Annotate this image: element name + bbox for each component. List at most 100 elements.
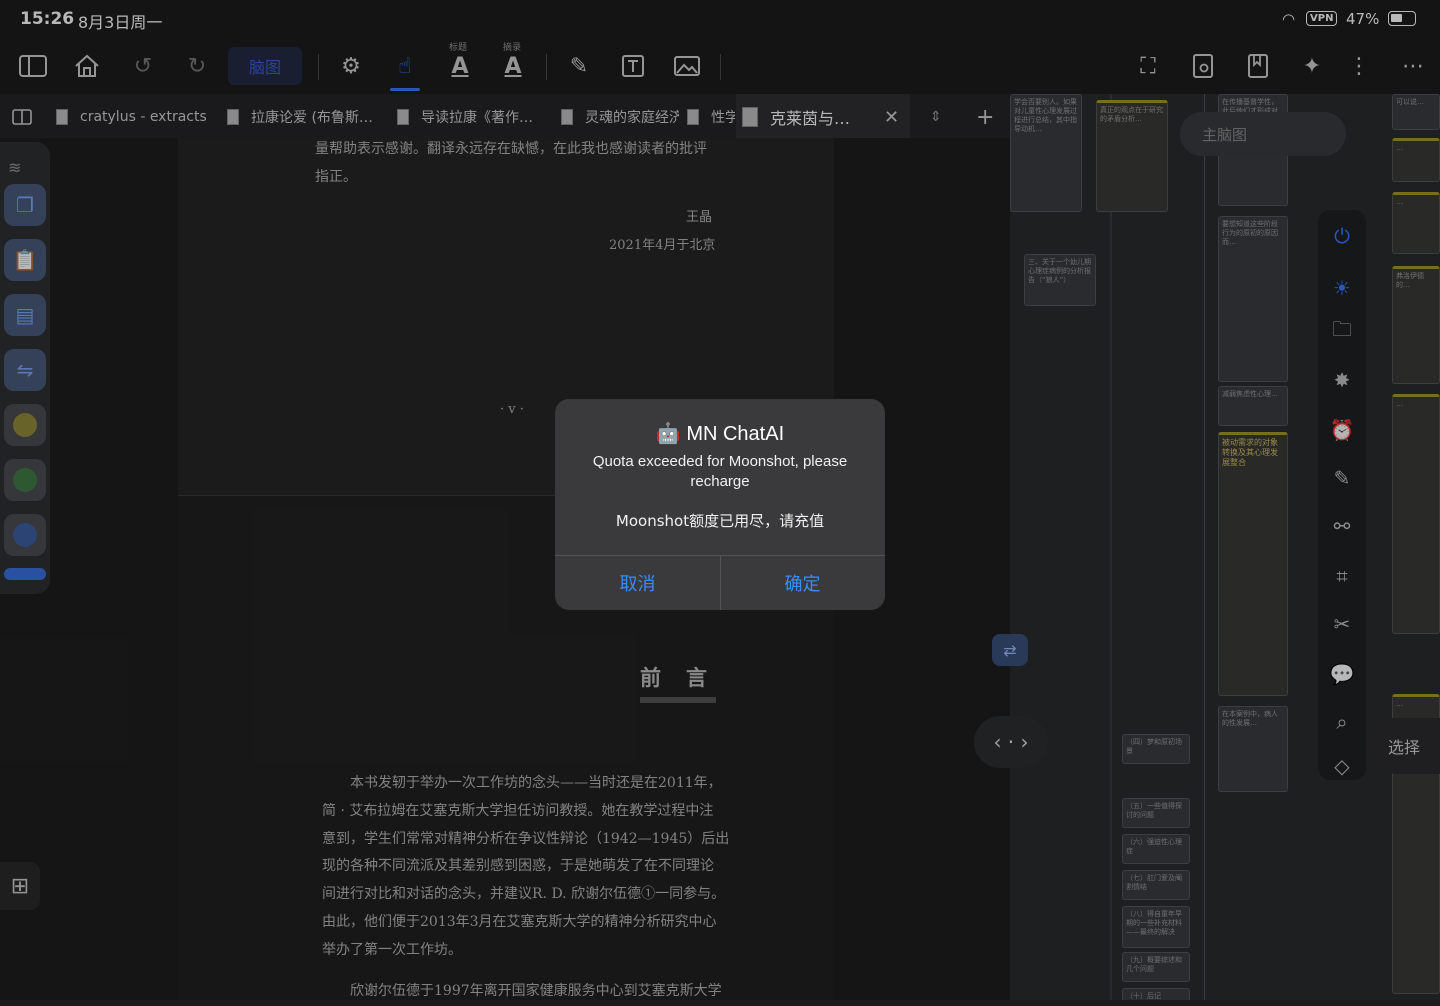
tab-lacan-guide[interactable]: 导读拉康《著作… bbox=[397, 104, 542, 130]
gear-eye-icon[interactable]: ⚙ bbox=[333, 48, 369, 84]
chat-bubble-icon[interactable]: 💬 bbox=[1326, 658, 1358, 690]
paragraph-line: 本书发轫于举办一次工作坊的念头——当时还是在2011年， bbox=[350, 775, 722, 791]
tab-klein[interactable]: 克莱茵与… bbox=[742, 104, 862, 130]
mindmap-node[interactable]: … bbox=[1392, 394, 1440, 634]
undo-icon[interactable]: ↺ bbox=[125, 48, 161, 84]
brain-map-button[interactable]: 脑图 bbox=[228, 47, 302, 85]
mindmap-node[interactable]: （六）强迫性心理症 bbox=[1122, 834, 1190, 864]
doc-search-icon[interactable] bbox=[1185, 48, 1221, 84]
home-icon[interactable] bbox=[69, 48, 105, 84]
reorder-icon[interactable]: ⇕ bbox=[930, 104, 942, 130]
mindmap-node[interactable]: 减弱焦虑性心理… bbox=[1218, 386, 1288, 426]
power-icon[interactable]: ⏻ bbox=[1326, 220, 1358, 252]
copy-icon[interactable]: ❐ bbox=[4, 184, 46, 226]
vpn-badge: VPN bbox=[1306, 11, 1338, 26]
search-icon[interactable]: ⌕ bbox=[1326, 706, 1358, 738]
cancel-button[interactable]: 取消 bbox=[555, 556, 720, 610]
sidebar-toggle-icon[interactable] bbox=[15, 48, 51, 84]
star-burst-icon[interactable]: ✸ bbox=[1326, 364, 1358, 396]
tab-cratylus[interactable]: cratylus - extracts bbox=[56, 104, 216, 130]
main-map-label[interactable]: 主脑图 bbox=[1180, 112, 1346, 156]
diamond-icon[interactable]: ◇ bbox=[1326, 750, 1358, 782]
paragraph-line: 由此，他们便于2013年3月在艾塞克斯大学的精神分析研究中心 bbox=[322, 914, 717, 930]
mindmap-node[interactable]: （七）肛门爱及阉割情结 bbox=[1122, 870, 1190, 900]
document-icon bbox=[397, 109, 409, 125]
dialog-title: 🤖 MN ChatAI bbox=[555, 421, 885, 446]
title-highlight-icon[interactable]: A bbox=[442, 48, 478, 84]
chapter-heading: 前 言 bbox=[640, 665, 709, 690]
grid-icon[interactable]: ⊞ bbox=[0, 862, 40, 910]
mindmap-panel[interactable]: 学会否要别人。如果对儿童性心理发展过程进行总结，其中指导动机… 真正的观点在于研… bbox=[1010, 94, 1440, 1000]
document-icon bbox=[561, 109, 573, 125]
more-horizontal-icon[interactable]: ⋯ bbox=[1395, 48, 1431, 84]
page-text-line: 欣谢尔伍德于1997年离开国家健康服务中心到艾塞克斯大学 bbox=[350, 983, 722, 999]
document-icon bbox=[56, 109, 68, 125]
sunrise-icon[interactable]: ☀ bbox=[1326, 272, 1358, 304]
save-icon[interactable]: ▤ bbox=[4, 294, 46, 336]
layers-icon[interactable]: ≋ bbox=[8, 158, 21, 177]
mindmap-node[interactable]: （十）后记 bbox=[1122, 988, 1190, 1000]
color-green-button[interactable] bbox=[4, 459, 46, 501]
tab-soul-economy[interactable]: 灵魂的家庭经济 bbox=[561, 104, 679, 130]
scan-text-icon[interactable]: ⌗ bbox=[1326, 560, 1358, 592]
confirm-button[interactable]: 确定 bbox=[720, 556, 885, 610]
network-icon[interactable]: ⚯ bbox=[1326, 510, 1358, 542]
edit-icon[interactable]: ✎ bbox=[1326, 462, 1358, 494]
page-nav-pill[interactable]: ‹ · › bbox=[974, 716, 1048, 768]
alert-dialog: 🤖 MN ChatAI Quota exceeded for Moonshot,… bbox=[555, 399, 885, 610]
tab-sexuality[interactable]: 性学 bbox=[687, 104, 735, 130]
split-view-icon[interactable] bbox=[12, 104, 32, 130]
paragraph-line: 间进行对比和对话的念头，并建议R. D. 欣谢尔伍德①一同参与。 bbox=[322, 886, 726, 903]
tools-icon[interactable]: ✂ bbox=[1326, 608, 1358, 640]
alarm-icon[interactable]: ⏰ bbox=[1326, 414, 1358, 446]
close-tab-icon[interactable]: ✕ bbox=[884, 104, 899, 130]
bookmark-book-icon[interactable] bbox=[1240, 48, 1276, 84]
right-tool-sidebar: ⏻ ☀ 🗀 ✸ ⏰ ✎ ⚯ ⌗ ✂ 💬 ⌕ ◇ bbox=[1318, 210, 1366, 780]
mindmap-node[interactable]: … bbox=[1392, 138, 1440, 182]
pencil-icon[interactable]: ✎ bbox=[561, 48, 597, 84]
mindmap-node[interactable]: 弗洛伊德的… bbox=[1392, 266, 1440, 384]
hand-pointer-icon[interactable]: ☝ bbox=[387, 48, 423, 84]
dialog-message: Quota exceeded for Moonshot, please rech… bbox=[592, 453, 848, 490]
sparkle-icon[interactable]: ✦ bbox=[1294, 48, 1330, 84]
page-number-roman: · v · bbox=[500, 402, 524, 417]
textbox-icon[interactable] bbox=[615, 48, 651, 84]
more-vertical-icon[interactable]: ⋮ bbox=[1341, 48, 1377, 84]
mindmap-node[interactable]: （九）概要综述和几个问题 bbox=[1122, 952, 1190, 982]
signature-date: 2021年4月于北京 bbox=[609, 238, 716, 253]
mindmap-node[interactable]: 学会否要别人。如果对儿童性心理发展过程进行总结，其中指导动机… bbox=[1010, 94, 1082, 212]
add-tab-icon[interactable]: + bbox=[976, 104, 994, 130]
select-button[interactable]: 选择 bbox=[1368, 718, 1440, 774]
color-yellow-button[interactable] bbox=[4, 404, 46, 446]
mindmap-node[interactable]: … bbox=[1392, 192, 1440, 254]
color-blue-button[interactable] bbox=[4, 514, 46, 556]
mindmap-node-dream[interactable]: （四）梦和原初场景 bbox=[1122, 734, 1190, 764]
mindmap-node[interactable]: 可以说… bbox=[1392, 94, 1440, 130]
document-icon bbox=[227, 109, 239, 125]
robot-icon: 🤖 bbox=[655, 423, 681, 445]
dialog-message-cn: Moonshot额度已用尽，请充值 bbox=[615, 512, 825, 530]
page-text-line: 指正。 bbox=[315, 169, 357, 185]
tab-lacan-love[interactable]: 拉康论爱 (布鲁斯… bbox=[227, 104, 382, 130]
battery-percent: 47% bbox=[1346, 10, 1380, 28]
excerpt-highlight-icon[interactable]: A bbox=[495, 48, 531, 84]
mindmap-node[interactable]: （八）得自童年早期的一些补充材料——最终的解决 bbox=[1122, 906, 1190, 948]
mindmap-node[interactable]: 要想知道这些阶段行为的原初的原因而… bbox=[1218, 216, 1288, 382]
mindmap-node[interactable]: （五）一些值得探讨的问题 bbox=[1122, 798, 1190, 828]
paragraph-line: 意到，学生们常常对精神分析在争议性辩论（1942—1945）后出 bbox=[322, 830, 730, 847]
document-icon bbox=[742, 107, 758, 127]
battery-icon bbox=[1388, 11, 1416, 26]
folder-icon[interactable]: 🗀 bbox=[1326, 316, 1358, 348]
swap-panels-button[interactable]: ⇄ bbox=[992, 634, 1028, 666]
swap-arrows-icon[interactable]: ⇋ bbox=[4, 349, 46, 391]
main-toolbar: ↺ ↻ 脑图 ⚙ ☝ 标题 A 摘录 A ✎ ⛶ ✦ ⋮ ⋯ bbox=[0, 40, 1440, 94]
mindmap-node-wolfman[interactable]: 三、关于一个幼儿期心理症病例的分析报告（“狼人”） bbox=[1024, 254, 1096, 306]
color-slider[interactable] bbox=[4, 568, 46, 580]
mindmap-node[interactable]: 在本案例中，病人的性发展… bbox=[1218, 706, 1288, 792]
image-icon[interactable] bbox=[669, 48, 705, 84]
mindmap-node-passive[interactable]: 被动需求的对象转换及其心理发展整合 bbox=[1218, 432, 1288, 696]
fullscreen-icon[interactable]: ⛶ bbox=[1130, 48, 1166, 84]
redo-icon[interactable]: ↻ bbox=[179, 48, 215, 84]
clipboard-icon[interactable]: 📋 bbox=[4, 239, 46, 281]
mindmap-node[interactable]: 真正的观点在于研究的矛盾分析… bbox=[1096, 100, 1168, 212]
